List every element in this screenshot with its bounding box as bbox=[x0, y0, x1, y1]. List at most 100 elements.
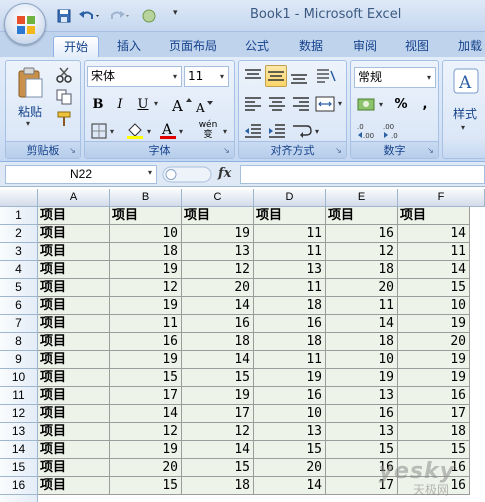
tab-data[interactable]: 数据 bbox=[290, 36, 332, 57]
borders-dropdown-icon[interactable]: ▾ bbox=[110, 127, 114, 136]
align-right-icon[interactable] bbox=[291, 96, 311, 112]
orientation-icon[interactable] bbox=[315, 67, 337, 85]
column-header-d[interactable]: D bbox=[254, 189, 326, 207]
row-header-10[interactable]: 10 bbox=[0, 369, 38, 387]
cell-c14[interactable]: 14 bbox=[182, 441, 254, 459]
cell-c3[interactable]: 13 bbox=[182, 243, 254, 261]
cell-d5[interactable]: 11 bbox=[254, 279, 326, 297]
cell-d7[interactable]: 16 bbox=[254, 315, 326, 333]
cell-a11[interactable]: 项目 bbox=[38, 387, 110, 405]
align-center-icon[interactable] bbox=[267, 96, 287, 112]
cell-b4[interactable]: 19 bbox=[110, 261, 182, 279]
cell-b2[interactable]: 10 bbox=[110, 225, 182, 243]
font-name-combo[interactable]: 宋体 ▾ bbox=[87, 66, 182, 87]
cell-b6[interactable]: 19 bbox=[110, 297, 182, 315]
number-format-combo[interactable]: 常规 ▾ bbox=[354, 67, 436, 88]
cell-f6[interactable]: 10 bbox=[398, 297, 470, 315]
cell-c7[interactable]: 16 bbox=[182, 315, 254, 333]
cell-c6[interactable]: 14 bbox=[182, 297, 254, 315]
phonetic-guide-button[interactable]: wén 变 bbox=[193, 120, 223, 142]
cell-f11[interactable]: 16 bbox=[398, 387, 470, 405]
row-header-6[interactable]: 6 bbox=[0, 297, 38, 315]
styles-icon[interactable]: A bbox=[452, 67, 480, 95]
cell-d15[interactable]: 20 bbox=[254, 459, 326, 477]
cell-e11[interactable]: 13 bbox=[326, 387, 398, 405]
fill-color-icon[interactable] bbox=[125, 122, 145, 140]
percent-button[interactable]: % bbox=[391, 94, 411, 115]
cell-d2[interactable]: 11 bbox=[254, 225, 326, 243]
cell-e3[interactable]: 12 bbox=[326, 243, 398, 261]
tab-insert[interactable]: 插入 bbox=[108, 36, 150, 57]
circle-icon[interactable] bbox=[140, 8, 158, 24]
cell-e9[interactable]: 10 bbox=[326, 351, 398, 369]
row-header-14[interactable]: 14 bbox=[0, 441, 38, 459]
number-format-dropdown-icon[interactable]: ▾ bbox=[423, 68, 435, 87]
cell-e7[interactable]: 14 bbox=[326, 315, 398, 333]
cell-c15[interactable]: 15 bbox=[182, 459, 254, 477]
row-header-16[interactable]: 16 bbox=[0, 477, 38, 495]
cell-e5[interactable]: 20 bbox=[326, 279, 398, 297]
font-launcher-icon[interactable]: ↘ bbox=[222, 146, 231, 155]
qat-customize-icon[interactable]: ▾ bbox=[173, 8, 178, 18]
name-box[interactable]: N22 bbox=[5, 165, 157, 184]
cell-b5[interactable]: 12 bbox=[110, 279, 182, 297]
cell-c13[interactable]: 12 bbox=[182, 423, 254, 441]
cell-c1[interactable]: 项目 bbox=[182, 207, 254, 225]
cell-c16[interactable]: 18 bbox=[182, 477, 254, 495]
cell-b13[interactable]: 12 bbox=[110, 423, 182, 441]
align-middle-button[interactable] bbox=[265, 65, 287, 87]
styles-dropdown-icon[interactable]: ▾ bbox=[461, 123, 465, 132]
tab-page-layout[interactable]: 页面布局 bbox=[162, 36, 224, 57]
row-header-13[interactable]: 13 bbox=[0, 423, 38, 441]
cell-e6[interactable]: 11 bbox=[326, 297, 398, 315]
cell-c12[interactable]: 17 bbox=[182, 405, 254, 423]
cell-c9[interactable]: 14 bbox=[182, 351, 254, 369]
cell-a14[interactable]: 项目 bbox=[38, 441, 110, 459]
cell-f7[interactable]: 19 bbox=[398, 315, 470, 333]
column-header-c[interactable]: C bbox=[182, 189, 254, 207]
cell-c8[interactable]: 18 bbox=[182, 333, 254, 351]
cell-b12[interactable]: 14 bbox=[110, 405, 182, 423]
comma-button[interactable]: , bbox=[415, 94, 435, 115]
cell-b14[interactable]: 19 bbox=[110, 441, 182, 459]
row-header-4[interactable]: 4 bbox=[0, 261, 38, 279]
cell-a1[interactable]: 项目 bbox=[38, 207, 110, 225]
currency-dropdown-icon[interactable]: ▾ bbox=[379, 100, 383, 109]
row-header-9[interactable]: 9 bbox=[0, 351, 38, 369]
cell-a16[interactable]: 项目 bbox=[38, 477, 110, 495]
paste-icon[interactable] bbox=[16, 67, 44, 99]
cell-d12[interactable]: 10 bbox=[254, 405, 326, 423]
redo-icon[interactable] bbox=[108, 8, 132, 24]
cell-f2[interactable]: 14 bbox=[398, 225, 470, 243]
shrink-font-icon[interactable]: A bbox=[195, 99, 215, 113]
cell-a6[interactable]: 项目 bbox=[38, 297, 110, 315]
tab-formulas[interactable]: 公式 bbox=[236, 36, 278, 57]
cell-a4[interactable]: 项目 bbox=[38, 261, 110, 279]
row-header-partial[interactable] bbox=[0, 495, 38, 502]
cell-a8[interactable]: 项目 bbox=[38, 333, 110, 351]
clipboard-launcher-icon[interactable]: ↘ bbox=[68, 146, 77, 155]
cell-d13[interactable]: 13 bbox=[254, 423, 326, 441]
cell-f8[interactable]: 20 bbox=[398, 333, 470, 351]
borders-icon[interactable] bbox=[91, 123, 107, 139]
cell-f5[interactable]: 15 bbox=[398, 279, 470, 297]
styles-button[interactable]: 样式 bbox=[443, 105, 485, 122]
underline-dropdown-icon[interactable]: ▾ bbox=[154, 99, 158, 108]
alignment-launcher-icon[interactable]: ↘ bbox=[334, 146, 343, 155]
bold-button[interactable]: B bbox=[88, 94, 108, 115]
name-box-dropdown-icon[interactable]: ▾ bbox=[148, 168, 152, 177]
office-button[interactable] bbox=[4, 3, 46, 45]
italic-button[interactable]: I bbox=[110, 94, 130, 115]
cell-a2[interactable]: 项目 bbox=[38, 225, 110, 243]
cell-d16[interactable]: 14 bbox=[254, 477, 326, 495]
undo-icon[interactable] bbox=[78, 8, 102, 24]
phonetic-dropdown-icon[interactable]: ▾ bbox=[223, 127, 227, 136]
formula-input[interactable] bbox=[240, 165, 485, 184]
underline-button[interactable]: U bbox=[133, 94, 153, 115]
cell-a9[interactable]: 项目 bbox=[38, 351, 110, 369]
cell-f12[interactable]: 17 bbox=[398, 405, 470, 423]
cell-b16[interactable]: 15 bbox=[110, 477, 182, 495]
row-header-15[interactable]: 15 bbox=[0, 459, 38, 477]
cell-d10[interactable]: 19 bbox=[254, 369, 326, 387]
merge-center-icon[interactable] bbox=[315, 95, 337, 113]
